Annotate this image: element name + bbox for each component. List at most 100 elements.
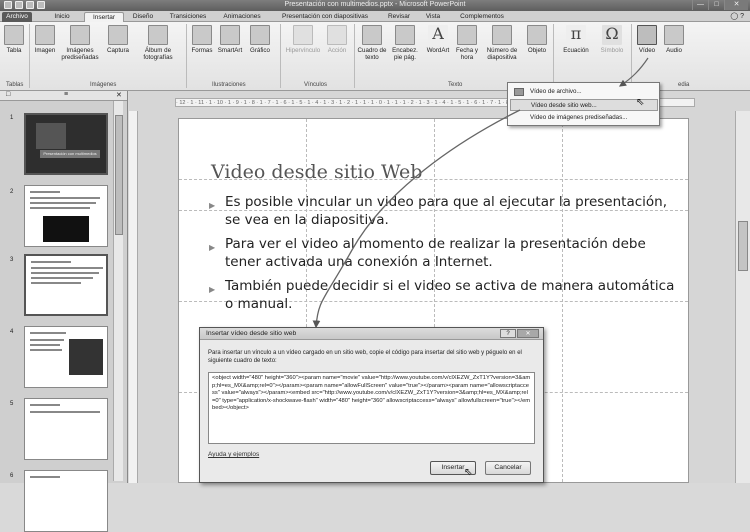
slide-thumbnail[interactable] xyxy=(24,185,108,247)
slide-thumbnail[interactable] xyxy=(24,326,108,388)
thumbnails-scrollbar[interactable] xyxy=(113,101,123,481)
slide-number-icon xyxy=(492,25,512,45)
numero-diapositiva-button[interactable]: Número de diapositiva xyxy=(482,25,522,61)
scroll-thumb[interactable] xyxy=(115,115,123,235)
formas-button[interactable]: Formas xyxy=(189,25,215,54)
bullet-item[interactable]: ▶ Para ver el video al momento de realiza… xyxy=(209,235,679,271)
mouse-cursor-icon: ⇖ xyxy=(464,467,473,478)
help-icon[interactable]: ◯ ? xyxy=(730,12,744,20)
smartart-button[interactable]: SmartArt xyxy=(216,25,244,54)
wordart-icon: A xyxy=(428,25,448,45)
hipervinculo-button[interactable]: Hipervínculo xyxy=(284,25,322,54)
group-vinculos: Vínculos xyxy=(304,82,328,88)
ribbon-tabs: Archivo Inicio Insertar Diseño Transicio… xyxy=(0,11,750,22)
insert-video-dialog: Insertar vídeo desde sitio web ? ✕ Para i… xyxy=(199,327,544,483)
slides-panel: □ ≡ ✕ 1 Presentación con multimedios 2 3… xyxy=(0,91,128,532)
captura-button[interactable]: Captura xyxy=(103,25,133,54)
tab-inicio[interactable]: Inicio xyxy=(46,12,78,22)
thumb-number: 2 xyxy=(10,189,14,195)
group-imagenes: Imágenes xyxy=(90,82,117,88)
slide-scrollbar[interactable] xyxy=(735,111,750,483)
smartart-icon xyxy=(220,25,240,45)
scroll-thumb[interactable] xyxy=(738,221,748,271)
video-button[interactable]: Vídeo xyxy=(634,25,660,54)
cuadro-texto-button[interactable]: Cuadro de texto xyxy=(357,25,387,61)
bullet-icon: ▶ xyxy=(209,201,216,210)
tab-animaciones[interactable]: Animaciones xyxy=(216,12,268,22)
simbolo-button[interactable]: Ω Símbolo xyxy=(596,25,628,55)
slide-thumbnail[interactable] xyxy=(24,254,108,316)
textbox-icon xyxy=(362,25,382,45)
title-bar: Presentación con multimedios.pptx - Micr… xyxy=(0,0,750,11)
tab-archivo[interactable]: Archivo xyxy=(2,12,32,22)
date-icon xyxy=(457,25,477,45)
hyperlink-icon xyxy=(293,25,313,45)
embed-code-textarea[interactable]: <object width="480" height="360"><param … xyxy=(208,372,535,444)
dialog-close-button[interactable]: ✕ xyxy=(517,329,539,338)
minimize-button[interactable]: — xyxy=(692,0,708,10)
table-icon xyxy=(4,25,24,45)
bullet-icon: ▶ xyxy=(209,285,216,294)
window-title: Presentación con multimedios.pptx - Micr… xyxy=(284,1,466,8)
wordart-button[interactable]: A WordArt xyxy=(424,25,452,55)
group-tablas: Tablas xyxy=(6,82,24,88)
tab-revisar[interactable]: Revisar xyxy=(382,12,416,22)
tab-vista[interactable]: Vista xyxy=(420,12,446,22)
slide-thumbnail[interactable] xyxy=(24,470,108,532)
slide-thumbnail[interactable]: Presentación con multimedios xyxy=(24,113,108,175)
tab-diseno[interactable]: Diseño xyxy=(126,12,160,22)
group-texto: Texto xyxy=(448,82,463,88)
bullet-icon: ▶ xyxy=(209,243,216,252)
album-button[interactable]: Álbum de fotografías xyxy=(135,25,181,61)
tabla-button[interactable]: Tabla xyxy=(3,25,25,54)
dialog-title: Insertar vídeo desde sitio web xyxy=(206,330,297,337)
slides-tab[interactable]: □ xyxy=(6,91,10,98)
equation-icon: π xyxy=(566,25,586,45)
fecha-button[interactable]: Fecha y hora xyxy=(454,25,480,61)
thumb-number: 3 xyxy=(10,257,14,263)
accion-button[interactable]: Acción xyxy=(324,25,350,54)
ribbon: Tabla Imagen Imágenes prediseñadas Captu… xyxy=(0,22,750,91)
tab-complementos[interactable]: Complementos xyxy=(452,12,512,22)
objeto-button[interactable]: Objeto xyxy=(524,25,550,54)
help-button[interactable]: ? xyxy=(500,329,516,338)
thumb-number: 5 xyxy=(10,401,14,407)
image-icon xyxy=(35,25,55,45)
ecuacion-button[interactable]: π Ecuación xyxy=(558,25,594,55)
panel-close-icon[interactable]: ✕ xyxy=(116,91,122,99)
tab-presentacion[interactable]: Presentación con diapositivas xyxy=(272,12,378,22)
grafico-button[interactable]: Gráfico xyxy=(245,25,275,54)
bullet-item[interactable]: ▶ Es posible vincular un video para que a… xyxy=(209,193,679,229)
symbol-icon: Ω xyxy=(602,25,622,45)
slide-title[interactable]: Video desde sitio Web xyxy=(211,161,422,183)
maximize-button[interactable]: □ xyxy=(708,0,724,10)
bullet-item[interactable]: ▶ También puede decidir si el video se ac… xyxy=(209,277,679,313)
slide-thumbnail[interactable] xyxy=(24,398,108,460)
encabezado-button[interactable]: Encabez. pie pág. xyxy=(388,25,422,61)
audio-icon xyxy=(664,25,684,45)
cancel-button[interactable]: Cancelar xyxy=(485,461,531,475)
film-icon xyxy=(514,88,524,96)
close-window-button[interactable]: ✕ xyxy=(724,0,748,10)
action-icon xyxy=(327,25,347,45)
imagenes-prediseñadas-button[interactable]: Imágenes prediseñadas xyxy=(60,25,100,61)
thumb-number: 1 xyxy=(10,115,14,121)
video-dropdown-menu: Vídeo de archivo... Vídeo desde sitio we… xyxy=(507,82,660,126)
audio-button[interactable]: Audio xyxy=(662,25,686,54)
shapes-icon xyxy=(192,25,212,45)
object-icon xyxy=(527,25,547,45)
clipart-icon xyxy=(70,25,90,45)
photo-album-icon xyxy=(148,25,168,45)
header-footer-icon xyxy=(395,25,415,45)
help-examples-link[interactable]: Ayuda y ejemplos xyxy=(208,451,259,458)
chart-icon xyxy=(250,25,270,45)
group-multimedia: edia xyxy=(678,82,690,88)
outline-tab[interactable]: ≡ xyxy=(64,91,68,98)
imagen-button[interactable]: Imagen xyxy=(32,25,58,54)
tab-transiciones[interactable]: Transiciones xyxy=(164,12,212,22)
tab-insertar[interactable]: Insertar xyxy=(84,12,124,22)
dialog-instructions: Para insertar un vínculo a un vídeo carg… xyxy=(208,350,522,364)
menu-item-video-prediseñadas[interactable]: Vídeo de imágenes prediseñadas... xyxy=(510,112,658,124)
screenshot-icon xyxy=(108,25,128,45)
video-icon xyxy=(637,25,657,45)
